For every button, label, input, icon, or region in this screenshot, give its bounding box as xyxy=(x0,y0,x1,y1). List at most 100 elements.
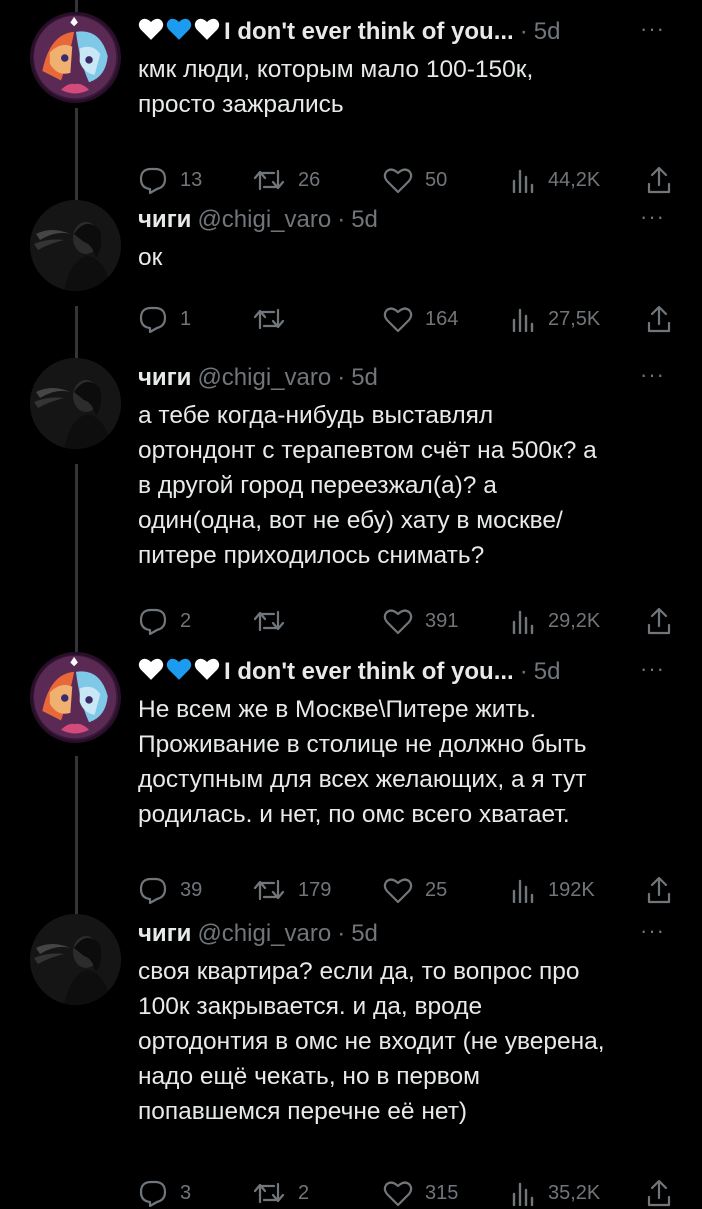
tweet-text-line: а тебе когда-нибудь выставлял xyxy=(138,402,494,429)
like-icon xyxy=(383,167,413,194)
views-button[interactable]: 192K xyxy=(510,874,595,906)
tweet-header: I don't ever think of you... · 5d xyxy=(138,12,560,52)
tweet-header: чиги @chigi_varo · 5d xyxy=(138,914,378,954)
views-button[interactable]: 35,2K xyxy=(510,1177,600,1209)
retweet-button[interactable] xyxy=(252,303,298,335)
more-icon[interactable]: ··· xyxy=(640,16,665,42)
share-button[interactable] xyxy=(646,605,672,637)
blue-heart-emoji xyxy=(166,17,192,48)
views-icon xyxy=(510,167,536,193)
avatar[interactable] xyxy=(30,12,121,103)
reply-button[interactable]: 2 xyxy=(138,605,191,637)
more-icon[interactable]: ··· xyxy=(640,204,665,230)
share-icon xyxy=(646,1179,672,1207)
timestamp[interactable]: 5d xyxy=(534,658,561,686)
retweet-button[interactable] xyxy=(252,605,298,637)
white-heart-emoji xyxy=(194,17,220,48)
tweet-text-line: просто зажрались xyxy=(138,91,344,118)
reply-button[interactable]: 13 xyxy=(138,164,202,196)
reply-button[interactable]: 3 xyxy=(138,1177,191,1209)
display-name[interactable]: I don't ever think of you... xyxy=(224,658,514,686)
retweet-button[interactable]: 179 xyxy=(252,874,331,906)
retweet-icon xyxy=(252,306,286,332)
views-icon xyxy=(510,608,536,634)
display-name[interactable]: чиги xyxy=(138,364,191,392)
like-icon xyxy=(383,877,413,904)
thread-line xyxy=(75,756,78,914)
user-handle[interactable]: @chigi_varo xyxy=(197,920,331,948)
timestamp[interactable]: 5d xyxy=(534,18,561,46)
tweet-text-line: Проживание в столице не должно быть xyxy=(138,731,587,758)
views-button[interactable]: 27,5K xyxy=(510,303,600,335)
tweet-text: кмк люди, которым мало 100-150к, просто з… xyxy=(138,52,668,122)
retweet-button[interactable]: 26 xyxy=(252,164,320,196)
reply-button[interactable]: 39 xyxy=(138,874,202,906)
white-heart-emoji xyxy=(194,657,220,688)
retweets-count: 26 xyxy=(298,168,321,191)
tweet-text-line: питере приходилось снимать? xyxy=(138,542,485,569)
share-icon xyxy=(646,166,672,194)
views-button[interactable]: 29,2K xyxy=(510,605,600,637)
separator-dot: · xyxy=(519,18,528,45)
pony-avatar-art xyxy=(33,15,117,99)
display-name[interactable]: чиги xyxy=(138,920,191,948)
share-button[interactable] xyxy=(646,164,672,196)
avatar[interactable] xyxy=(30,914,121,1005)
more-icon[interactable]: ··· xyxy=(640,362,665,388)
tweet-actions: 2 391 29,2K xyxy=(138,605,678,637)
retweets-count: 2 xyxy=(298,1181,310,1204)
likes-count: 391 xyxy=(425,609,459,632)
timestamp[interactable]: 5d xyxy=(351,920,378,948)
tweet-text-line: Не всем же в Москве\Питере жить. xyxy=(138,696,537,723)
replies-count: 1 xyxy=(180,307,192,330)
user-handle[interactable]: @chigi_varo xyxy=(197,364,331,392)
avatar[interactable] xyxy=(30,200,121,291)
blue-heart-emoji xyxy=(166,657,192,688)
tweet-actions: 39 179 25 192K xyxy=(138,874,678,906)
tweet-text-line: доступным для всех желающих, а я тут xyxy=(138,766,587,793)
white-heart-emoji xyxy=(138,17,164,48)
avatar[interactable] xyxy=(30,358,121,449)
views-icon xyxy=(510,1180,536,1206)
timestamp[interactable]: 5d xyxy=(351,206,378,234)
like-button[interactable]: 164 xyxy=(383,303,458,335)
like-icon xyxy=(383,608,413,635)
thread-line xyxy=(75,306,78,358)
like-button[interactable]: 315 xyxy=(383,1177,458,1209)
tweet-text: своя квартира? если да, то вопрос про 100… xyxy=(138,954,668,1129)
tweet-text-line: своя квартира? если да, то вопрос про xyxy=(138,958,580,985)
retweet-icon xyxy=(252,877,286,903)
thread-line xyxy=(75,108,78,200)
timestamp[interactable]: 5d xyxy=(351,364,378,392)
views-count: 27,5K xyxy=(548,307,601,330)
reply-icon xyxy=(138,876,168,904)
photo-avatar-art xyxy=(30,914,121,1005)
replies-count: 13 xyxy=(180,168,203,191)
share-button[interactable] xyxy=(646,1177,672,1209)
share-icon xyxy=(646,607,672,635)
like-button[interactable]: 391 xyxy=(383,605,458,637)
user-handle[interactable]: @chigi_varo xyxy=(197,206,331,234)
retweet-button[interactable]: 2 xyxy=(252,1177,309,1209)
replies-count: 3 xyxy=(180,1181,192,1204)
views-button[interactable]: 44,2K xyxy=(510,164,600,196)
views-count: 44,2K xyxy=(548,168,601,191)
like-button[interactable]: 25 xyxy=(383,874,447,906)
tweet-text: ок xyxy=(138,240,668,275)
share-button[interactable] xyxy=(646,874,672,906)
share-button[interactable] xyxy=(646,303,672,335)
tweet-actions: 13 26 50 44,2K xyxy=(138,164,678,196)
display-name[interactable]: чиги xyxy=(138,206,191,234)
display-name[interactable]: I don't ever think of you... xyxy=(224,18,514,46)
white-heart-emoji xyxy=(138,657,164,688)
more-icon[interactable]: ··· xyxy=(640,656,665,682)
name-emoji-hearts xyxy=(138,657,220,688)
like-button[interactable]: 50 xyxy=(383,164,447,196)
views-count: 35,2K xyxy=(548,1181,601,1204)
tweet-header: чиги @chigi_varo · 5d xyxy=(138,200,378,240)
likes-count: 164 xyxy=(425,307,459,330)
avatar[interactable] xyxy=(30,652,121,743)
reply-button[interactable]: 1 xyxy=(138,303,191,335)
more-icon[interactable]: ··· xyxy=(640,918,665,944)
tweet-text-line: попавшемся перечне её нет) xyxy=(138,1098,468,1125)
